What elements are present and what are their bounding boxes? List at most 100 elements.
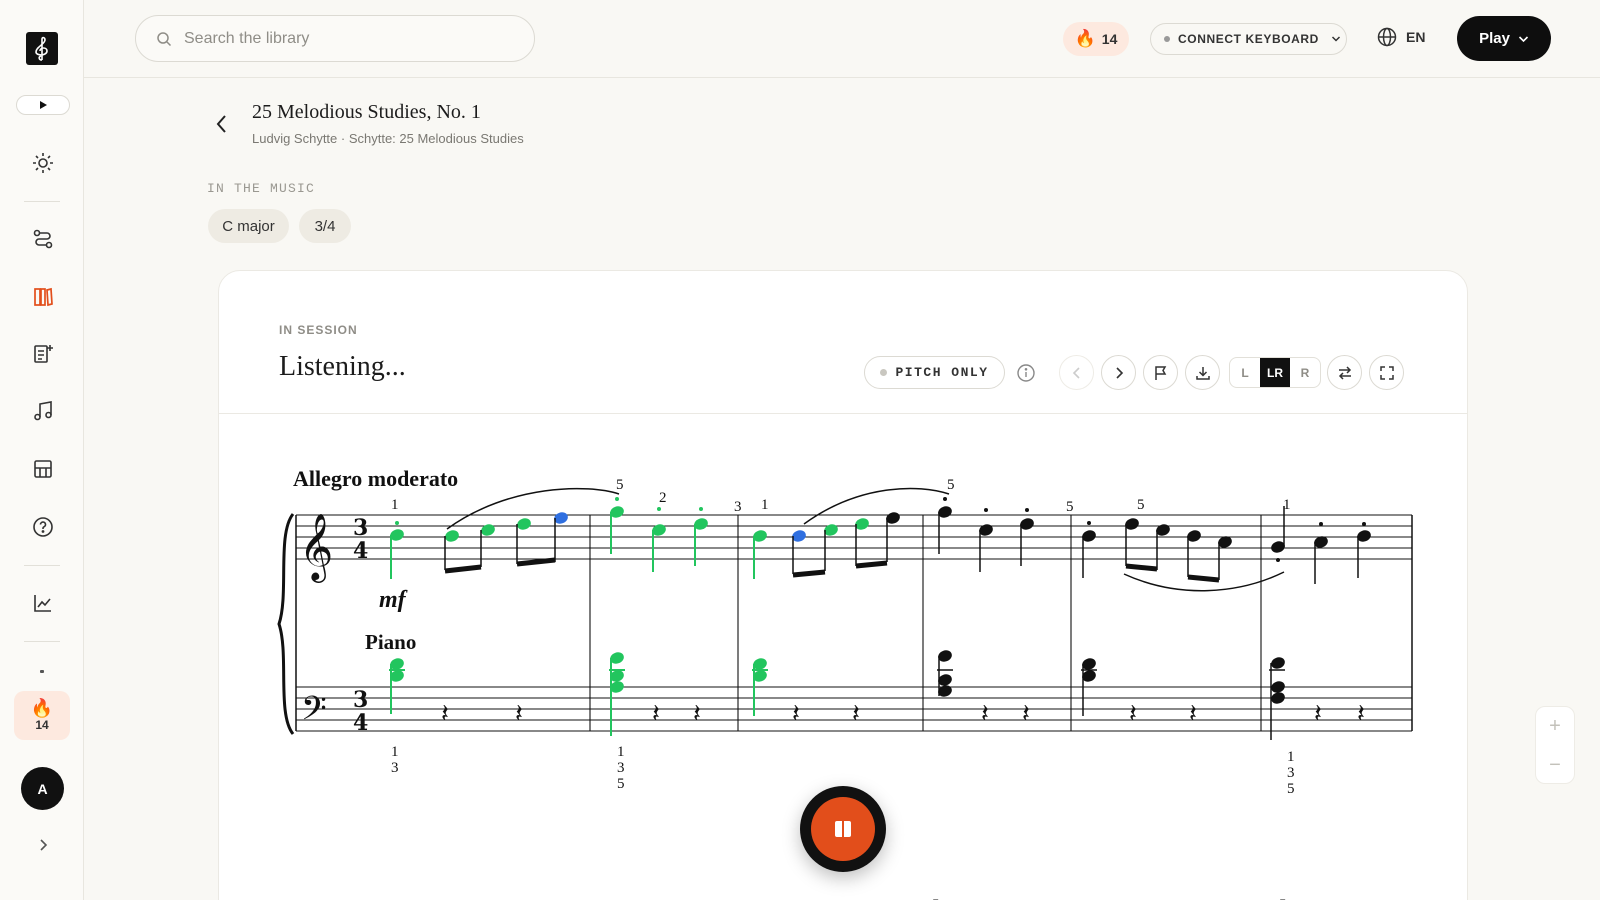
- flame-icon: 🔥: [1074, 29, 1096, 48]
- fingering: 5: [616, 477, 624, 493]
- svg-text:𝄽: 𝄽: [441, 699, 449, 729]
- pitch-only-label: PITCH ONLY: [895, 365, 989, 380]
- sheet-add-icon[interactable]: [30, 341, 56, 367]
- svg-text:𝄽: 𝄽: [693, 699, 701, 729]
- svg-text:𝄽: 𝄽: [1189, 699, 1197, 729]
- svg-text:𝄽: 𝄽: [981, 699, 989, 729]
- zoom-control: + −: [1535, 706, 1575, 784]
- time-signature-tag: 3/4: [299, 209, 351, 243]
- piece-subtitle: Ludvig Schytte · Schytte: 25 Melodious S…: [252, 131, 524, 146]
- svg-text:𝄽: 𝄽: [1022, 699, 1030, 729]
- play-button[interactable]: Play: [1457, 16, 1551, 61]
- svg-text:𝄽: 𝄽: [515, 699, 523, 729]
- svg-text:𝄽: 𝄽: [1314, 699, 1322, 729]
- svg-text:𝄽: 𝄽: [1357, 699, 1365, 729]
- chevron-down-icon: [1331, 36, 1340, 42]
- bass-time-bottom: 4: [353, 710, 368, 736]
- download-icon: [1195, 366, 1210, 380]
- zoom-in-icon[interactable]: +: [1536, 707, 1574, 746]
- fingering: 5: [617, 776, 625, 792]
- svg-text:𝄽: 𝄽: [1129, 699, 1137, 729]
- sun-icon[interactable]: [30, 150, 56, 176]
- quick-play-button[interactable]: [16, 95, 70, 115]
- flag-button[interactable]: [1143, 355, 1178, 390]
- treble-time-bottom: 4: [353, 538, 368, 564]
- chevron-left-icon: [1072, 366, 1080, 379]
- route-icon[interactable]: [30, 226, 56, 252]
- sidebar-streak-badge[interactable]: 🔥 14: [14, 691, 70, 740]
- search-placeholder: Search the library: [184, 29, 310, 47]
- sidebar: 🔥 14 A: [0, 0, 84, 900]
- bass-clef-icon: 𝄢: [301, 690, 327, 736]
- back-button[interactable]: [214, 113, 234, 137]
- in-the-music-label: IN THE MUSIC: [207, 181, 316, 196]
- pause-button[interactable]: [800, 786, 886, 872]
- hand-both-option[interactable]: LR: [1260, 358, 1290, 387]
- music-note-icon[interactable]: [30, 398, 56, 424]
- top-bar: Search the library 🔥 14 CONNECT KEYBOARD…: [84, 0, 1600, 78]
- avatar[interactable]: A: [21, 767, 64, 810]
- fingering: 1: [617, 744, 625, 760]
- streak-badge[interactable]: 🔥 14: [1063, 22, 1129, 56]
- play-label: Play: [1479, 30, 1510, 47]
- chevron-down-icon: [1518, 35, 1528, 42]
- dynamic-marking: mf: [379, 587, 408, 613]
- sidebar-streak-count: 14: [35, 718, 49, 732]
- session-status: Listening...: [279, 351, 406, 382]
- search-icon: [157, 31, 172, 46]
- streak-count: 14: [1101, 31, 1118, 47]
- info-icon[interactable]: [1016, 363, 1036, 383]
- pause-icon: [835, 821, 851, 837]
- language-label: EN: [1406, 29, 1426, 45]
- next-button[interactable]: [1101, 355, 1136, 390]
- svg-text:𝄽: 𝄽: [652, 699, 660, 729]
- connect-keyboard-label: CONNECT KEYBOARD: [1178, 32, 1319, 46]
- instrument-label: Piano: [365, 630, 416, 654]
- collapse-indicator: [40, 670, 44, 673]
- chevron-right-icon: [1115, 366, 1123, 379]
- help-icon[interactable]: [30, 514, 56, 540]
- fingering: 5: [947, 477, 955, 493]
- fingering: 1: [761, 497, 769, 513]
- session-label: IN SESSION: [279, 323, 358, 337]
- svg-text:𝄽: 𝄽: [792, 699, 800, 729]
- fingering: 3: [617, 760, 625, 776]
- piece-title: 25 Melodious Studies, No. 1: [252, 101, 481, 123]
- hand-left-option[interactable]: L: [1230, 358, 1260, 387]
- fingering: 1: [391, 744, 399, 760]
- search-input[interactable]: Search the library: [135, 15, 535, 62]
- fingering: 3: [391, 760, 399, 776]
- download-button[interactable]: [1185, 355, 1220, 390]
- fingering: 5: [1137, 497, 1145, 513]
- flag-icon: [1154, 365, 1166, 380]
- pitch-only-toggle[interactable]: PITCH ONLY: [864, 356, 1005, 389]
- fingering: 5: [1066, 499, 1074, 515]
- library-icon[interactable]: [30, 284, 56, 310]
- fingering: 5: [1287, 781, 1295, 797]
- flame-icon: 🔥: [30, 698, 54, 718]
- key-tag: C major: [208, 209, 289, 243]
- expand-sidebar-chevron-icon[interactable]: [30, 832, 56, 858]
- fullscreen-button[interactable]: [1369, 355, 1404, 390]
- language-selector[interactable]: EN: [1377, 27, 1425, 47]
- hand-right-option[interactable]: R: [1290, 358, 1320, 387]
- fingering: 2: [659, 490, 667, 506]
- connect-keyboard-button[interactable]: CONNECT KEYBOARD: [1150, 23, 1347, 55]
- tempo-marking: Allegro moderato: [293, 466, 458, 491]
- logo-treble-clef-icon[interactable]: [26, 32, 58, 65]
- previous-button[interactable]: [1059, 355, 1094, 390]
- treble-clef-icon: 𝄞: [299, 512, 333, 583]
- chevron-left-icon: [216, 115, 226, 133]
- globe-icon: [1377, 27, 1397, 47]
- chart-line-icon[interactable]: [30, 590, 56, 616]
- hand-selector[interactable]: L LR R: [1229, 357, 1321, 388]
- fingering: 1: [391, 497, 399, 513]
- zoom-out-icon[interactable]: −: [1536, 746, 1574, 785]
- fingering: 1: [1287, 749, 1295, 765]
- piano-icon[interactable]: [30, 456, 56, 482]
- mode-dot: [880, 369, 888, 376]
- swap-button[interactable]: [1327, 355, 1362, 390]
- swap-icon: [1338, 365, 1351, 380]
- fullscreen-icon: [1379, 365, 1394, 380]
- connection-status-dot: [1164, 36, 1170, 42]
